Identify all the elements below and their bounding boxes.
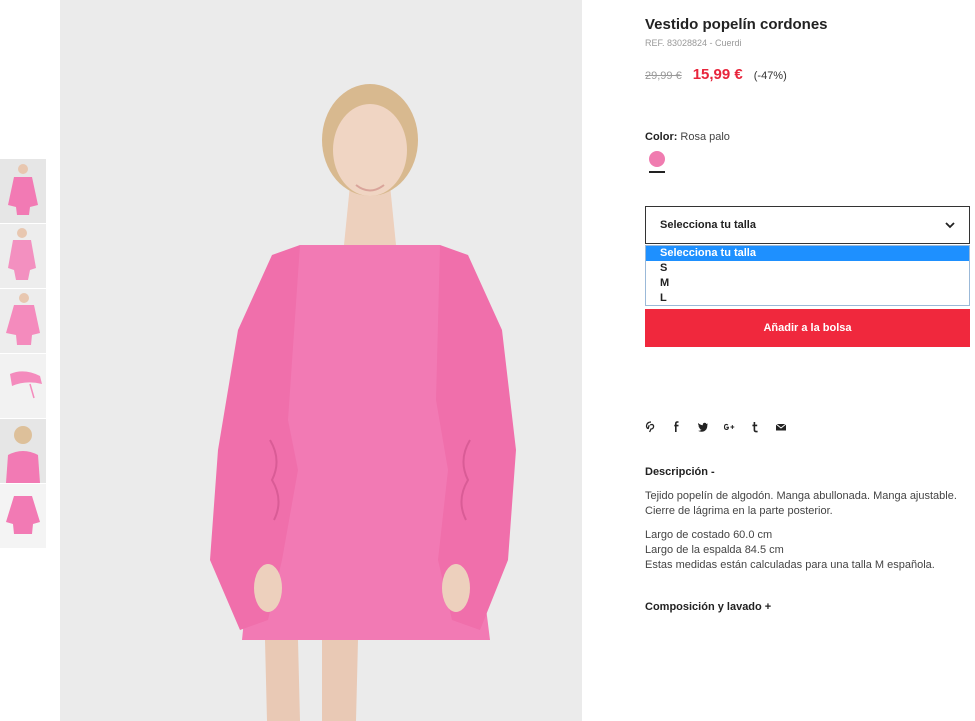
size-select[interactable]: Selecciona tu talla	[645, 206, 970, 244]
product-main-image	[60, 0, 582, 721]
color-label: Color:	[645, 131, 678, 143]
measurement-note: Estas medidas están calculadas para una …	[645, 559, 935, 571]
sale-price: 15,99 €	[692, 66, 743, 83]
composition-toggle[interactable]: Composición y lavado +	[645, 601, 771, 613]
size-option-m[interactable]: M	[646, 276, 969, 291]
thumbnail-2[interactable]	[0, 224, 46, 288]
color-value: Rosa palo	[680, 131, 730, 143]
description-toggle[interactable]: Descripción -	[645, 466, 715, 478]
tumblr-icon[interactable]	[749, 419, 775, 435]
thumbnail-3[interactable]	[0, 289, 46, 353]
thumbnail-strip	[0, 159, 46, 549]
description-text: Tejido popelín de algodón. Manga abullon…	[645, 490, 957, 517]
old-price: 29,99 €	[645, 70, 682, 82]
price-row: 29,99 € 15,99 € (-47%)	[645, 66, 787, 83]
product-reference: REF. 83028824 - Cuerdi	[645, 38, 742, 48]
color-row: Color: Rosa palo	[645, 131, 730, 143]
chevron-down-icon	[945, 222, 955, 229]
add-to-bag-button[interactable]: Añadir a la bolsa	[645, 309, 970, 347]
discount-badge: (-47%)	[753, 70, 787, 82]
thumbnail-1[interactable]	[0, 159, 46, 223]
size-select-value: Selecciona tu talla	[660, 219, 756, 231]
size-option-placeholder[interactable]: Selecciona tu talla	[646, 246, 969, 261]
twitter-icon[interactable]	[697, 419, 723, 435]
share-icons	[645, 419, 801, 435]
measurements: Largo de costado 60.0 cm Largo de la esp…	[645, 528, 970, 573]
thumbnail-6[interactable]	[0, 484, 46, 548]
product-title: Vestido popelín cordones	[645, 16, 828, 33]
google-plus-icon[interactable]	[723, 419, 749, 435]
size-option-s[interactable]: S	[646, 261, 969, 276]
thumbnail-5[interactable]	[0, 419, 46, 483]
size-option-l[interactable]: L	[646, 291, 969, 306]
email-icon[interactable]	[775, 419, 801, 435]
measurement-back-length: Largo de la espalda 84.5 cm	[645, 544, 784, 556]
measurement-side-length: Largo de costado 60.0 cm	[645, 529, 773, 541]
swatch-selected-indicator	[649, 171, 665, 173]
size-dropdown-list: Selecciona tu talla S M L	[645, 245, 970, 306]
thumbnail-4[interactable]	[0, 354, 46, 418]
pinterest-icon[interactable]	[645, 419, 671, 435]
color-swatch-rosa-palo[interactable]	[649, 151, 665, 167]
facebook-icon[interactable]	[671, 419, 697, 435]
